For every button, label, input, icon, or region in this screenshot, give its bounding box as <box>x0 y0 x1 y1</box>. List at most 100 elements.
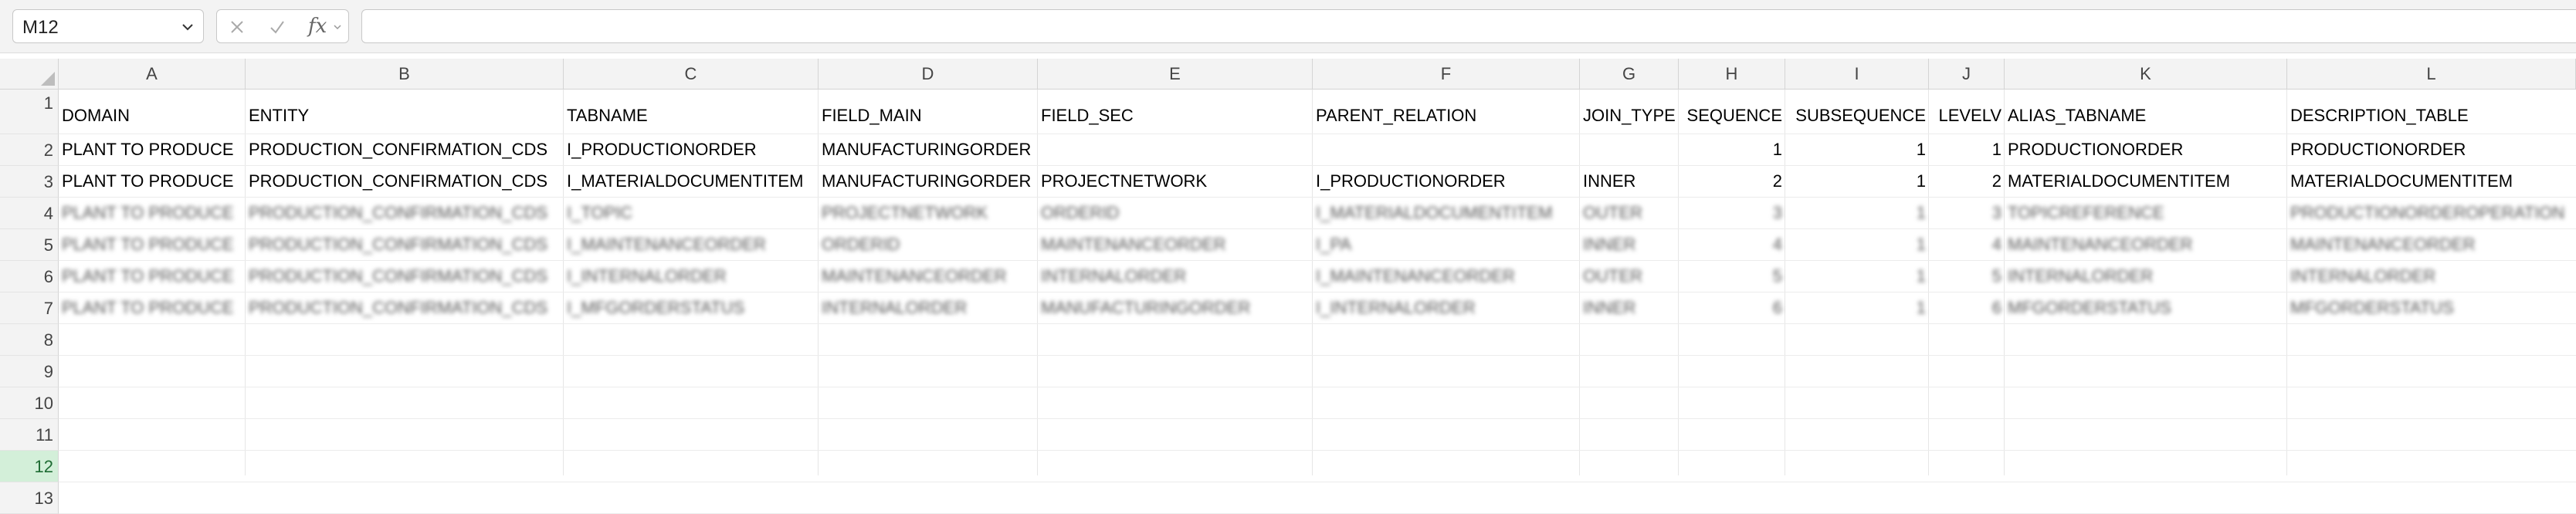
cell-g3[interactable]: INNER <box>1580 166 1679 197</box>
cell-c4[interactable]: I_TOPIC <box>564 198 819 228</box>
cell-j1[interactable]: LEVELV <box>1929 100 2005 131</box>
cell-l6[interactable]: INTERNALORDER <box>2287 261 2576 292</box>
row-header-6[interactable]: 6 <box>0 261 59 293</box>
cell-h1[interactable]: SEQUENCE <box>1679 100 1785 131</box>
cell-h2[interactable]: 1 <box>1679 134 1785 165</box>
cell-d7[interactable]: INTERNALORDER <box>819 293 1038 323</box>
cell-g4[interactable]: OUTER <box>1580 198 1679 228</box>
cell-a3[interactable]: PLANT TO PRODUCE <box>59 166 246 197</box>
cell-b2[interactable]: PRODUCTION_CONFIRMATION_CDS <box>246 134 564 165</box>
cell-c7[interactable]: I_MFGORDERSTATUS <box>564 293 819 323</box>
cell-a7[interactable]: PLANT TO PRODUCE <box>59 293 246 323</box>
cell-c6[interactable]: I_INTERNALORDER <box>564 261 819 292</box>
cell-c2[interactable]: I_PRODUCTIONORDER <box>564 134 819 165</box>
cell-j7[interactable]: 6 <box>1929 293 2005 323</box>
cell-d1[interactable]: FIELD_MAIN <box>819 100 1038 131</box>
cell-a4[interactable]: PLANT TO PRODUCE <box>59 198 246 228</box>
cell-j6[interactable]: 5 <box>1929 261 2005 292</box>
cell-i4[interactable]: 1 <box>1785 198 1929 228</box>
column-header-k[interactable]: K <box>2005 59 2287 90</box>
cell-g2[interactable] <box>1580 134 1679 165</box>
cell-d5[interactable]: ORDERID <box>819 229 1038 260</box>
cell-l4[interactable]: PRODUCTIONORDEROPERATION <box>2287 198 2576 228</box>
cell-l2[interactable]: PRODUCTIONORDER <box>2287 134 2576 165</box>
column-header-j[interactable]: J <box>1929 59 2005 90</box>
cell-l7[interactable]: MFGORDERSTATUS <box>2287 293 2576 323</box>
row-header-4[interactable]: 4 <box>0 198 59 229</box>
column-header-b[interactable]: B <box>246 59 564 90</box>
cell-j5[interactable]: 4 <box>1929 229 2005 260</box>
cell-f4[interactable]: I_MATERIALDOCUMENTITEM <box>1313 198 1580 228</box>
cell-l5[interactable]: MAINTENANCEORDER <box>2287 229 2576 260</box>
column-header-l[interactable]: L <box>2287 59 2576 90</box>
cell-e4[interactable]: ORDERID <box>1038 198 1313 228</box>
cell-e6[interactable]: INTERNALORDER <box>1038 261 1313 292</box>
cell-f7[interactable]: I_INTERNALORDER <box>1313 293 1580 323</box>
row-header-7[interactable]: 7 <box>0 293 59 324</box>
confirm-icon[interactable] <box>268 18 286 36</box>
formula-input[interactable] <box>361 9 2576 43</box>
cell-f5[interactable]: I_PA <box>1313 229 1580 260</box>
cell-j4[interactable]: 3 <box>1929 198 2005 228</box>
chevron-down-icon[interactable] <box>333 22 342 32</box>
column-header-e[interactable]: E <box>1038 59 1313 90</box>
row-header-10[interactable]: 10 <box>0 387 59 419</box>
cell-h3[interactable]: 2 <box>1679 166 1785 197</box>
cell-i1[interactable]: SUBSEQUENCE <box>1785 100 1929 131</box>
cell-b7[interactable]: PRODUCTION_CONFIRMATION_CDS <box>246 293 564 323</box>
cell-e2[interactable] <box>1038 134 1313 165</box>
column-header-g[interactable]: G <box>1580 59 1679 90</box>
cell-e7[interactable]: MANUFACTURINGORDER <box>1038 293 1313 323</box>
cell-d2[interactable]: MANUFACTURINGORDER <box>819 134 1038 165</box>
row-header-8[interactable]: 8 <box>0 324 59 356</box>
cell-b4[interactable]: PRODUCTION_CONFIRMATION_CDS <box>246 198 564 228</box>
cell-c3[interactable]: I_MATERIALDOCUMENTITEM <box>564 166 819 197</box>
cell-i7[interactable]: 1 <box>1785 293 1929 323</box>
chevron-down-icon[interactable] <box>180 19 195 35</box>
cell-k1[interactable]: ALIAS_TABNAME <box>2005 100 2287 131</box>
row-header-9[interactable]: 9 <box>0 356 59 387</box>
column-header-a[interactable]: A <box>59 59 246 90</box>
cell-e5[interactable]: MAINTENANCEORDER <box>1038 229 1313 260</box>
cell-k5[interactable]: MAINTENANCEORDER <box>2005 229 2287 260</box>
cell-l1[interactable]: DESCRIPTION_TABLE <box>2287 100 2576 131</box>
column-header-c[interactable]: C <box>564 59 819 90</box>
cancel-icon[interactable] <box>228 18 246 36</box>
cell-j2[interactable]: 1 <box>1929 134 2005 165</box>
cell-h6[interactable]: 5 <box>1679 261 1785 292</box>
cell-c1[interactable]: TABNAME <box>564 100 819 131</box>
row-header-11[interactable]: 11 <box>0 419 59 451</box>
cell-k3[interactable]: MATERIALDOCUMENTITEM <box>2005 166 2287 197</box>
cell-c5[interactable]: I_MAINTENANCEORDER <box>564 229 819 260</box>
row-header-3[interactable]: 3 <box>0 166 59 198</box>
cell-g7[interactable]: INNER <box>1580 293 1679 323</box>
cell-h5[interactable]: 4 <box>1679 229 1785 260</box>
cell-f2[interactable] <box>1313 134 1580 165</box>
cell-g1[interactable]: JOIN_TYPE <box>1580 100 1679 131</box>
cell-g5[interactable]: INNER <box>1580 229 1679 260</box>
select-all-corner[interactable] <box>0 59 59 90</box>
cell-b3[interactable]: PRODUCTION_CONFIRMATION_CDS <box>246 166 564 197</box>
cell-f3[interactable]: I_PRODUCTIONORDER <box>1313 166 1580 197</box>
cell-k4[interactable]: TOPICREFERENCE <box>2005 198 2287 228</box>
cell-i3[interactable]: 1 <box>1785 166 1929 197</box>
cell-g6[interactable]: OUTER <box>1580 261 1679 292</box>
insert-function-icon[interactable]: fx <box>308 15 327 38</box>
name-box[interactable]: M12 <box>12 9 204 43</box>
cell-b1[interactable]: ENTITY <box>246 100 564 131</box>
cell-i6[interactable]: 1 <box>1785 261 1929 292</box>
cell-h4[interactable]: 3 <box>1679 198 1785 228</box>
cell-d3[interactable]: MANUFACTURINGORDER <box>819 166 1038 197</box>
row-header-12[interactable]: 12 <box>0 451 59 482</box>
column-header-f[interactable]: F <box>1313 59 1580 90</box>
cell-a1[interactable]: DOMAIN <box>59 100 246 131</box>
column-header-h[interactable]: H <box>1679 59 1785 90</box>
cell-f1[interactable]: PARENT_RELATION <box>1313 100 1580 131</box>
cell-b5[interactable]: PRODUCTION_CONFIRMATION_CDS <box>246 229 564 260</box>
cell-e3[interactable]: PROJECTNETWORK <box>1038 166 1313 197</box>
cell-a6[interactable]: PLANT TO PRODUCE <box>59 261 246 292</box>
row-header-13[interactable]: 13 <box>0 482 59 514</box>
cell-d6[interactable]: MAINTENANCEORDER <box>819 261 1038 292</box>
cell-k2[interactable]: PRODUCTIONORDER <box>2005 134 2287 165</box>
cell-a5[interactable]: PLANT TO PRODUCE <box>59 229 246 260</box>
